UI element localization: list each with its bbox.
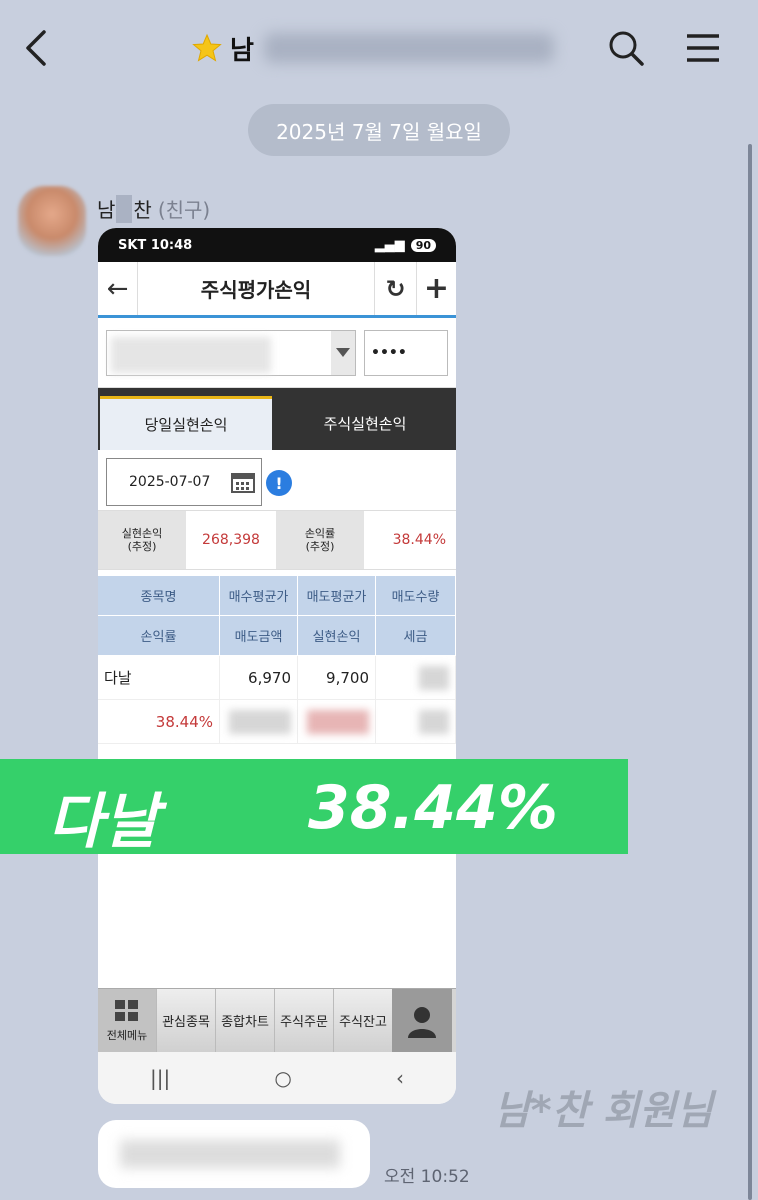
sender-name-last: 찬 [133,198,152,222]
account-redaction [111,337,271,373]
table-header: 매수평균가 [220,576,298,615]
redaction [419,665,449,690]
banner-stock-name: 다날 [48,787,159,857]
name-redaction [116,194,133,223]
table-row: 38.44% [98,700,456,744]
profit-tabs: 당일실현손익 주식실현손익 [98,388,456,450]
table-row: 다날 6,970 9,700 [98,656,456,700]
status-icons: ▂▄▆ 90 [375,238,436,253]
menu-watchlist: 관심종목 [156,989,215,1052]
menu-button[interactable] [685,32,721,64]
profit-table: 종목명 매수평균가 매도평균가 매도수량 손익률 매도금액 실현손익 세금 다날… [98,576,456,744]
table-header: 세금 [376,616,456,655]
table-header: 실현손익 [298,616,376,655]
redaction [229,709,291,734]
redaction [307,709,369,734]
menu-balance: 주식잔고 [333,989,392,1052]
sell-amount-cell [220,700,298,743]
table-header: 종목명 [98,576,220,615]
message-time: 오전 10:52 [384,1167,470,1187]
buy-avg-cell: 6,970 [220,656,298,699]
realized-cell [298,700,376,743]
highlight-banner: 다날 38.44% [0,759,628,857]
profit-rate-label: 손익률 (추정) [276,511,364,569]
realized-profit-label: 실현손익 (추정) [98,511,186,569]
watermark-text: 남*찬 회원님 [494,1088,713,1134]
menu-chart: 종합차트 [215,989,274,1052]
avatar[interactable] [18,186,86,256]
signal-icon: ▂▄▆ [374,237,405,253]
friend-tag: (친구) [157,198,211,222]
screenshot-image-message[interactable]: SKT 10:48 ▂▄▆ 90 ← 주식평가손익 ↻ + •••• 당일실현손… [98,228,456,1104]
date-field: 2025-07-07 [106,458,262,506]
realized-profit-value: 268,398 [202,532,260,548]
summary-row: 실현손익 (추정) 268,398 손익률 (추정) 38.44% [98,510,456,570]
back-button[interactable] [18,26,58,70]
table-header: 매도수량 [376,576,456,615]
tab-stock-realized: 주식실현손익 [323,414,407,433]
all-menu-label: 전체메뉴 [106,1028,148,1042]
sell-qty-cell [376,656,456,699]
refresh-icon: ↻ [374,262,416,315]
scrollbar[interactable] [748,144,752,1200]
tax-cell [376,700,456,743]
stock-name-cell: 다날 [98,656,220,699]
nav-back-icon: ‹ [395,1066,404,1090]
chat-title-text: 남 [230,35,254,66]
chevron-left-icon [26,30,46,66]
star-icon[interactable] [192,33,222,63]
profit-rate-cell: 38.44% [98,700,220,743]
sender-name-first: 남 [97,198,116,222]
user-icon [392,989,452,1052]
chat-message-bubble[interactable] [98,1120,370,1188]
app-back-arrow-icon: ← [98,262,138,315]
message-redaction [120,1140,340,1168]
table-header: 손익률 [98,616,220,655]
info-icon: ! [266,470,292,496]
date-value: 2025-07-07 [129,474,211,490]
password-field: •••• [364,330,448,376]
hamburger-menu-icon [687,34,719,62]
dropdown-arrow-icon [331,331,355,375]
home-icon: ○ [274,1066,292,1090]
grid-icon [115,999,138,1021]
sell-avg-cell: 9,700 [298,656,376,699]
phone-status-bar: SKT 10:48 ▂▄▆ 90 [98,228,456,262]
profit-rate-value: 38.44% [392,532,446,548]
battery-indicator: 90 [410,238,436,252]
date-divider: 2025년 7월 7일 월요일 [248,104,510,156]
android-nav-bar: ||| ○ ‹ [98,1052,456,1104]
search-button[interactable] [606,28,646,68]
search-icon [609,31,644,66]
chat-title: 남 [192,26,554,70]
account-row: •••• [98,318,456,388]
sender-name: 남 찬 (친구) [97,194,210,223]
table-header: 매도금액 [220,616,298,655]
redaction [419,709,449,734]
date-row: 2025-07-07 ! [98,450,456,516]
all-menu-button: 전체메뉴 [98,989,156,1052]
tab-daily-realized: 당일실현손익 [100,396,272,450]
table-header: 매도평균가 [298,576,376,615]
recent-apps-icon: ||| [150,1066,171,1090]
title-redaction [263,33,554,63]
status-carrier-time: SKT 10:48 [118,237,193,253]
plus-icon: + [416,262,456,315]
table-header-row-1: 종목명 매수평균가 매도평균가 매도수량 [98,576,456,616]
app-title-bar: ← 주식평가손익 ↻ + [98,262,456,318]
table-header-row-2: 손익률 매도금액 실현손익 세금 [98,616,456,656]
app-title: 주식평가손익 [200,278,312,302]
chat-header: 남 [0,0,758,100]
account-select [106,330,356,376]
app-bottom-menu: 전체메뉴 관심종목 종합차트 주식주문 주식잔고 [98,988,456,1052]
banner-percent: 38.44% [308,773,558,843]
menu-order: 주식주문 [274,989,333,1052]
calendar-icon [231,473,255,493]
